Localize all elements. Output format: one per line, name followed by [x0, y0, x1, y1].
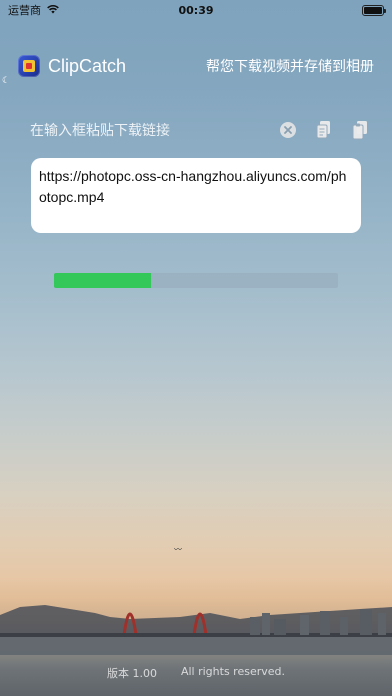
status-left: 运营商: [8, 2, 60, 18]
link-input-row: 在输入框粘贴下载链接: [30, 116, 370, 144]
download-progress-bar: [54, 273, 338, 288]
app-header: ClipCatch 帮您下载视频并存储到相册: [0, 50, 392, 82]
rights-label: All rights reserved.: [180, 665, 286, 678]
footer: 版本 1.00 All rights reserved.: [0, 665, 392, 681]
carrier-label: 运营商: [8, 4, 41, 17]
wifi-icon: [46, 4, 60, 17]
battery-icon: [362, 4, 386, 16]
status-time: 00:39: [178, 3, 214, 17]
paste-icon[interactable]: [314, 120, 334, 140]
skyline-illustration: [0, 605, 392, 655]
clear-icon[interactable]: [278, 120, 298, 140]
moon-icon: ☾: [2, 76, 11, 86]
url-text-field[interactable]: https://photopc.oss-cn-hangzhou.aliyuncs…: [31, 158, 361, 233]
app-title: ClipCatch: [48, 55, 127, 76]
copy-icon[interactable]: [350, 120, 370, 140]
app-subtitle: 帮您下载视频并存储到相册: [206, 59, 374, 75]
link-input-placeholder[interactable]: 在输入框粘贴下载链接: [30, 120, 262, 140]
status-bar: 运营商 00:39: [0, 0, 392, 20]
download-progress-fill: [54, 273, 151, 288]
bird-icon: 〰: [174, 545, 182, 554]
app-logo-icon: [18, 55, 40, 77]
version-label: 版本 1.00: [106, 667, 157, 680]
